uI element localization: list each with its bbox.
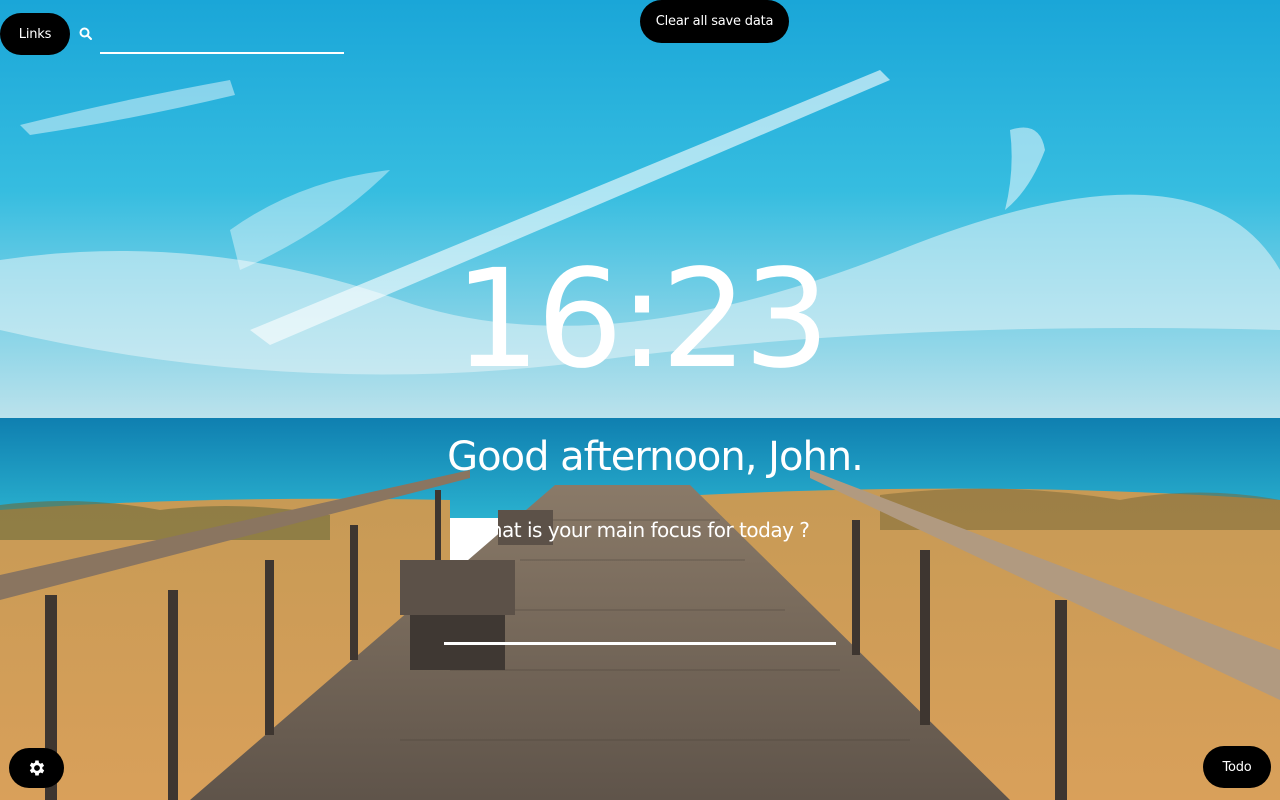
search-icon[interactable] bbox=[78, 26, 94, 42]
greeting-text: Good afternoon, John. bbox=[447, 434, 864, 480]
focus-input[interactable] bbox=[444, 608, 836, 645]
search-input[interactable] bbox=[100, 22, 344, 54]
clock-time: 16:23 bbox=[454, 241, 830, 399]
settings-button[interactable] bbox=[9, 748, 64, 788]
todo-button[interactable]: Todo bbox=[1203, 746, 1271, 788]
background-image bbox=[0, 0, 1280, 800]
focus-prompt: What is your main focus for today ? bbox=[470, 518, 810, 542]
links-button[interactable]: Links bbox=[0, 13, 70, 55]
clear-save-data-button[interactable]: Clear all save data bbox=[640, 0, 789, 43]
gear-icon bbox=[29, 760, 44, 776]
